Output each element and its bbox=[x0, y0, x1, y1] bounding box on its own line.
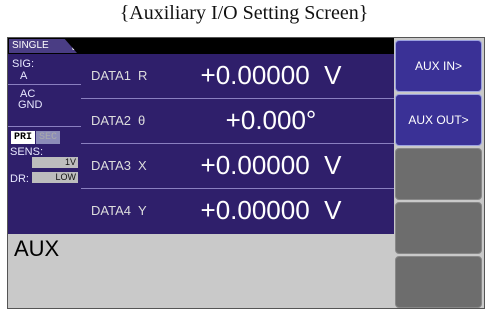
divider bbox=[8, 126, 81, 127]
measurement-panel: DATA1 R +0.00000 V DATA2 θ +0.000° DATA3… bbox=[81, 54, 394, 234]
sec-badge: SEC bbox=[36, 131, 60, 144]
instrument-screen: SINGLE \\\\ SIG: A AC GND PRI SEC SENS: … bbox=[7, 37, 485, 309]
data-row-name: DATA2 bbox=[91, 113, 131, 128]
data-row: DATA1 R +0.00000 V bbox=[81, 54, 394, 99]
mode-tab[interactable]: SINGLE \\\\ bbox=[9, 39, 77, 53]
screen-caption: {Auxiliary I/O Setting Screen} bbox=[119, 2, 369, 24]
data-row-value: +0.00000 V bbox=[200, 60, 342, 90]
sig-label: SIG: bbox=[12, 58, 35, 70]
data-row-symbol: Y bbox=[138, 203, 147, 218]
sig-value: A bbox=[20, 70, 28, 82]
softkey-3[interactable] bbox=[395, 148, 482, 200]
data-row-symbol: θ bbox=[138, 113, 146, 128]
data-row-value: +0.00000 V bbox=[200, 195, 342, 225]
pri-badge: PRI bbox=[11, 131, 35, 144]
aux-out-button[interactable]: AUX OUT> bbox=[395, 94, 482, 146]
data-row: DATA2 θ +0.000° bbox=[81, 99, 394, 144]
data-row-symbol: X bbox=[138, 158, 147, 173]
ground-value: GND bbox=[18, 99, 43, 111]
data-row-name: DATA4 bbox=[91, 203, 131, 218]
dr-label: DR: bbox=[10, 173, 29, 185]
data-row-value: +0.00000 V bbox=[200, 150, 342, 180]
aux-in-button[interactable]: AUX IN> bbox=[395, 40, 482, 92]
softkey-column: AUX IN> AUX OUT> bbox=[395, 38, 484, 308]
softkey-4[interactable] bbox=[395, 202, 482, 254]
sens-value: 1V bbox=[32, 157, 78, 168]
mode-tab-label: SINGLE bbox=[12, 40, 49, 51]
data-row-symbol: R bbox=[138, 68, 148, 83]
status-panel: SIG: A AC GND PRI SEC SENS: 1V DR: LOW bbox=[8, 54, 81, 234]
dr-value: LOW bbox=[32, 172, 78, 183]
divider bbox=[8, 84, 81, 85]
tab-hatch-icon: \\\\ bbox=[70, 42, 75, 52]
softkey-5[interactable] bbox=[395, 256, 482, 308]
data-row-name: DATA1 bbox=[91, 68, 131, 83]
top-bar: SINGLE \\\\ bbox=[8, 38, 394, 54]
data-row: DATA3 X +0.00000 V bbox=[81, 144, 394, 189]
screen-label: AUX bbox=[14, 236, 60, 261]
data-row-name: DATA3 bbox=[91, 158, 131, 173]
data-row-value: +0.000° bbox=[225, 105, 317, 135]
data-row: DATA4 Y +0.00000 V bbox=[81, 189, 394, 233]
